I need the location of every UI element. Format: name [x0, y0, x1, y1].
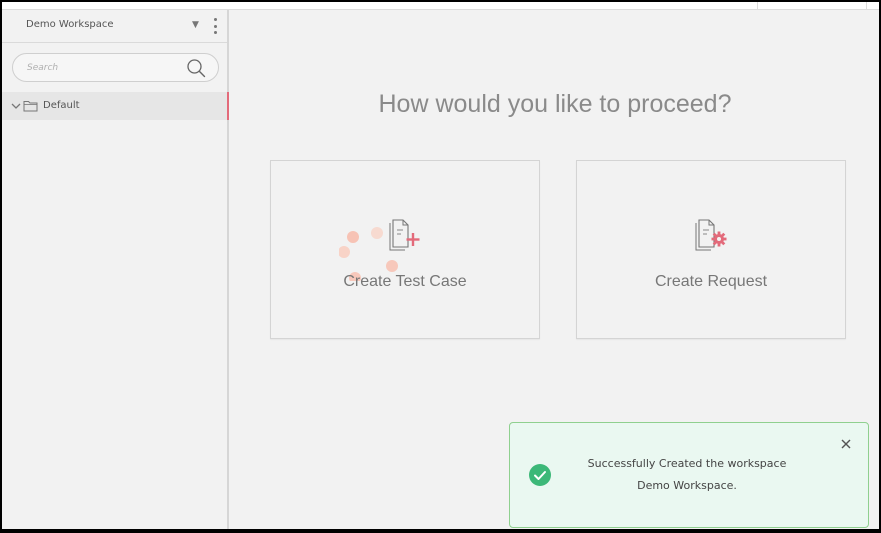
top-tab[interactable]	[757, 2, 867, 9]
folder-icon	[23, 101, 38, 112]
chevron-down-icon[interactable]	[10, 100, 22, 112]
toast-message: Successfully Created the workspace Demo …	[587, 457, 787, 492]
check-circle-icon	[529, 464, 551, 486]
tree-item-default[interactable]: Default	[2, 92, 229, 120]
app-window: Demo Workspace ▼ Default How w	[2, 2, 879, 529]
close-icon[interactable]	[839, 437, 853, 451]
create-test-case-card[interactable]: Create Test Case	[270, 160, 540, 339]
search-icon[interactable]	[186, 58, 206, 78]
workspace-dropdown-icon[interactable]: ▼	[192, 20, 199, 30]
document-plus-icon	[389, 219, 420, 251]
page-title: How would you like to proceed?	[378, 90, 732, 118]
sidebar: Demo Workspace ▼ Default	[2, 10, 229, 529]
success-toast: Successfully Created the workspace Demo …	[509, 422, 869, 528]
workspace-menu-icon[interactable]	[210, 18, 220, 34]
search-box	[12, 53, 219, 82]
search-input[interactable]	[27, 60, 177, 76]
create-test-case-label: Create Test Case	[343, 273, 467, 290]
workspace-name: Demo Workspace	[26, 19, 114, 30]
create-request-label: Create Request	[654, 273, 768, 290]
top-bar	[2, 2, 879, 10]
workspace-header[interactable]: Demo Workspace ▼	[2, 10, 227, 43]
create-request-card[interactable]: Create Request	[576, 160, 846, 339]
tree-item-label: Default	[43, 100, 80, 111]
document-gear-icon	[695, 219, 727, 251]
